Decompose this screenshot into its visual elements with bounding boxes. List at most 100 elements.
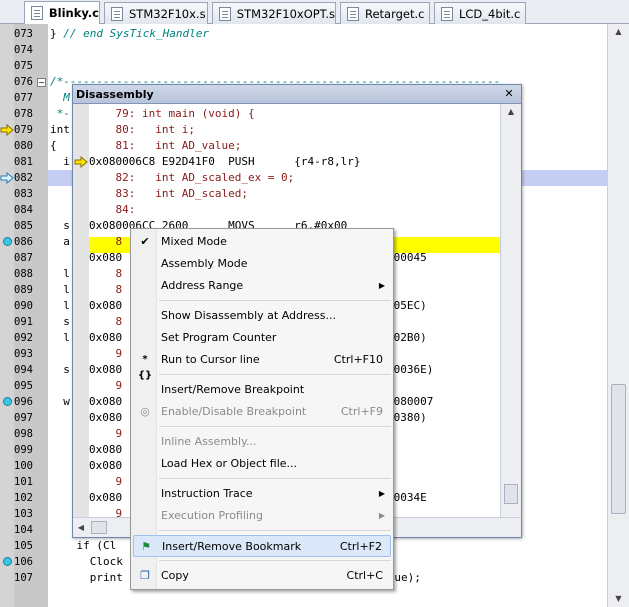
gutter-line: 099 bbox=[0, 442, 48, 458]
disassembly-title: Disassembly bbox=[76, 88, 154, 101]
line-number: 086 bbox=[14, 236, 33, 248]
close-icon[interactable]: ✕ bbox=[502, 87, 516, 101]
line-number: 103 bbox=[14, 508, 33, 520]
asm-file-icon bbox=[111, 6, 123, 21]
tab-blinky-c[interactable]: Blinky.c bbox=[24, 1, 100, 24]
menu-item-execution-profiling[interactable]: Execution Profiling ▶ bbox=[133, 505, 391, 527]
menu-item-label: Execution Profiling bbox=[161, 509, 263, 522]
menu-item-inline-assembly[interactable]: Inline Assembly... bbox=[133, 431, 391, 453]
code-comment: *- bbox=[50, 107, 70, 120]
scroll-up-arrow-icon[interactable]: ▲ bbox=[501, 104, 521, 120]
scroll-thumb[interactable] bbox=[91, 521, 107, 534]
tab-retarget-c[interactable]: Retarget.c bbox=[340, 2, 430, 24]
menu-item-shortcut: Ctrl+F9 bbox=[340, 405, 383, 418]
gutter-line: 092 bbox=[0, 330, 48, 346]
tab-stm32f10xopt-s[interactable]: STM32F10xOPT.s bbox=[212, 2, 336, 24]
bookmark-flag-icon: ⚑ bbox=[141, 540, 151, 553]
menu-item-load-hex-or-object-file[interactable]: Load Hex or Object file... bbox=[133, 453, 391, 475]
scroll-thumb[interactable] bbox=[611, 384, 626, 514]
menu-item-copy[interactable]: ❐ Copy Ctrl+C bbox=[133, 565, 391, 587]
scroll-thumb[interactable] bbox=[504, 484, 518, 504]
source-line[interactable]: 8 bbox=[89, 234, 122, 250]
line-number: 076 bbox=[14, 76, 33, 88]
scroll-up-arrow-icon[interactable]: ▲ bbox=[608, 24, 629, 40]
source-line[interactable]: 9 bbox=[89, 426, 122, 442]
menu-item-instruction-trace[interactable]: Instruction Trace ▶ bbox=[133, 483, 391, 505]
gutter-line: 090 bbox=[0, 298, 48, 314]
scroll-left-arrow-icon[interactable]: ◀ bbox=[73, 520, 89, 536]
source-line[interactable]: 8 bbox=[89, 282, 122, 298]
gutter-line: 096 bbox=[0, 394, 48, 410]
line-number: 104 bbox=[14, 524, 33, 536]
code-line: M bbox=[50, 90, 70, 106]
gutter-line: 103 bbox=[0, 506, 48, 522]
source-line[interactable]: 8 bbox=[89, 314, 122, 330]
source-line[interactable]: 80: int i; bbox=[89, 122, 194, 138]
gutter-line: 080 bbox=[0, 138, 48, 154]
menu-separator bbox=[159, 300, 391, 301]
menu-item-run-to-cursor-line[interactable]: *{} Run to Cursor line Ctrl+F10 bbox=[133, 349, 391, 381]
bookmark-icon[interactable] bbox=[3, 237, 12, 246]
editor-tab-bar: Blinky.c STM32F10x.s STM32F10xOPT.s Reta… bbox=[0, 0, 629, 24]
source-line[interactable]: 84: bbox=[89, 202, 135, 218]
menu-item-shortcut: Ctrl+C bbox=[346, 569, 383, 582]
bookmark-icon[interactable] bbox=[3, 397, 12, 406]
disassembly-context-menu: ✔ Mixed Mode Assembly Mode Address Range ▶ Sh… bbox=[130, 228, 394, 590]
code-line: l bbox=[50, 267, 70, 280]
bookmark-icon[interactable] bbox=[3, 557, 12, 566]
c-file-icon bbox=[347, 6, 359, 21]
line-number: 105 bbox=[14, 540, 33, 552]
code-line: Clock bbox=[50, 555, 123, 568]
menu-item-label: Enable/Disable Breakpoint bbox=[161, 405, 307, 418]
assembly-line[interactable]: 0x080006C8 E92D41F0 PUSH {r4-r8,lr} bbox=[89, 154, 361, 170]
gutter-line: 106 bbox=[0, 554, 48, 570]
gutter-line: 101 bbox=[0, 474, 48, 490]
line-number: 092 bbox=[14, 332, 33, 344]
tab-stm32f10x-s[interactable]: STM32F10x.s bbox=[104, 2, 208, 24]
gutter-line: 098 bbox=[0, 426, 48, 442]
menu-item-assembly-mode[interactable]: Assembly Mode bbox=[133, 253, 391, 275]
menu-item-address-range[interactable]: Address Range ▶ bbox=[133, 275, 391, 297]
source-line[interactable]: 8 bbox=[89, 266, 122, 282]
menu-item-insert-remove-breakpoint[interactable]: Insert/Remove Breakpoint bbox=[133, 379, 391, 401]
menu-separator bbox=[159, 426, 391, 427]
menu-item-insert-remove-bookmark[interactable]: ⚑ Insert/Remove Bookmark Ctrl+F2 bbox=[133, 535, 391, 557]
gutter-line: 085 bbox=[0, 218, 48, 234]
menu-item-show-disassembly-at-address[interactable]: Show Disassembly at Address... bbox=[133, 305, 391, 327]
line-number: 088 bbox=[14, 268, 33, 280]
menu-item-label: Address Range bbox=[161, 279, 244, 292]
tab-label: STM32F10xOPT.s bbox=[236, 6, 335, 21]
menu-item-set-program-counter[interactable]: Set Program Counter bbox=[133, 327, 391, 349]
menu-item-label: Instruction Trace bbox=[161, 487, 253, 500]
source-line[interactable]: 9 bbox=[89, 474, 122, 490]
gutter-line: 104 bbox=[0, 522, 48, 538]
source-line[interactable]: 83: int AD_scaled; bbox=[89, 186, 247, 202]
scroll-down-arrow-icon[interactable]: ▼ bbox=[608, 591, 629, 607]
source-line[interactable]: 9 bbox=[89, 346, 122, 362]
submenu-arrow-icon: ▶ bbox=[378, 511, 385, 520]
menu-item-enable-disable-breakpoint[interactable]: ◎ Enable/Disable Breakpoint Ctrl+F9 bbox=[133, 401, 391, 423]
source-line[interactable]: 79: int main (void) { bbox=[89, 106, 254, 122]
menu-item-label: Assembly Mode bbox=[161, 257, 248, 270]
assembly-line[interactable]: 0x080 bbox=[89, 442, 122, 458]
menu-separator bbox=[159, 530, 391, 531]
line-number: 075 bbox=[14, 60, 33, 72]
editor-vertical-scrollbar[interactable]: ▲ ▼ bbox=[607, 24, 629, 607]
menu-item-mixed-mode[interactable]: ✔ Mixed Mode bbox=[133, 231, 391, 253]
disassembly-title-bar[interactable]: Disassembly bbox=[73, 85, 521, 104]
source-line[interactable]: 82: int AD_scaled_ex = 0; bbox=[89, 170, 294, 186]
gutter-line: 079 bbox=[0, 122, 48, 138]
line-number: 078 bbox=[14, 108, 33, 120]
source-line[interactable]: 81: int AD_value; bbox=[89, 138, 241, 154]
menu-item-shortcut: Ctrl+F10 bbox=[333, 353, 383, 366]
assembly-line[interactable]: 0x080 bbox=[89, 458, 122, 474]
line-number: 087 bbox=[14, 252, 33, 264]
code-line: int bbox=[50, 123, 70, 136]
disassembly-vertical-scrollbar[interactable]: ▲ bbox=[500, 104, 521, 517]
tab-lcd-4bit-c[interactable]: LCD_4bit.c bbox=[434, 2, 526, 24]
code-comment: M bbox=[50, 91, 70, 104]
gutter-line: 082 bbox=[0, 170, 48, 186]
fold-toggle-icon[interactable]: − bbox=[37, 78, 46, 87]
code-line: l bbox=[50, 331, 70, 344]
